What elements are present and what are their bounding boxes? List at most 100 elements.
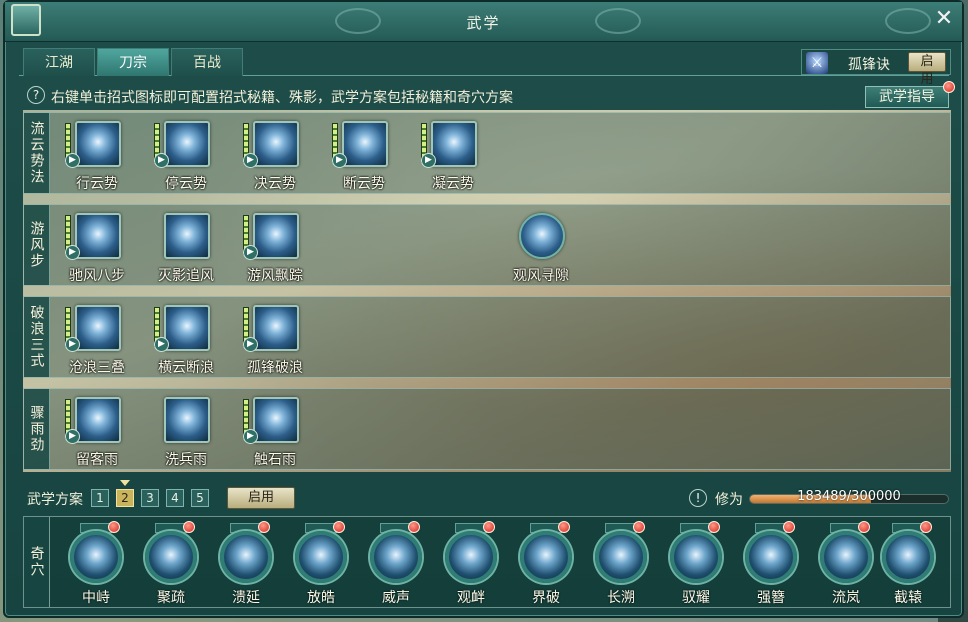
qixue-skill-icon bbox=[520, 531, 572, 583]
rain-icon bbox=[75, 397, 121, 443]
qixue-slot[interactable]: 威声 bbox=[358, 521, 434, 607]
play-icon: ▶ bbox=[243, 429, 258, 444]
qixue-name: 强簪 bbox=[757, 590, 785, 606]
play-icon: ▶ bbox=[243, 337, 258, 352]
notification-dot bbox=[333, 521, 345, 533]
skill-slot[interactable]: ▶ 游风飘踪 bbox=[240, 211, 310, 284]
cultivation-value: 183489/300000 bbox=[797, 489, 901, 504]
skill-row-zhouyu: 骤雨劲 ▶ 留客雨 洗兵雨 ▶ 触石雨 bbox=[23, 388, 951, 470]
help-icon[interactable]: ? bbox=[27, 86, 45, 104]
plan-4-button[interactable]: 4 bbox=[166, 489, 184, 507]
qixue-slot[interactable]: 中峙 bbox=[58, 521, 134, 607]
qixue-skill-icon bbox=[595, 531, 647, 583]
qixue-panel: 奇穴 中峙 聚疏 溃延 放皓 威声 观衅 界破 长溯 驭耀 强簪 流岚 截辕 bbox=[23, 516, 951, 608]
notification-dot bbox=[920, 521, 932, 533]
skill-slot[interactable]: ▶ 驰风八步 bbox=[62, 211, 132, 284]
notification-dot bbox=[783, 521, 795, 533]
plans-label: 武学方案 bbox=[27, 492, 83, 508]
strike-icon bbox=[253, 121, 299, 167]
qixue-skill-icon bbox=[220, 531, 272, 583]
qixue-name: 放皓 bbox=[307, 590, 335, 606]
tab-daozong[interactable]: 刀宗 bbox=[97, 48, 169, 76]
skill-row-polang: 破浪三式 ▶ 沧浪三叠 ▶ 横云断浪 ▶ 孤锋破浪 bbox=[23, 296, 951, 378]
dash-icon bbox=[75, 213, 121, 259]
apply-plan-button[interactable]: 启用 bbox=[227, 487, 295, 509]
hint-text: 右键单击招式图标即可配置招式秘籍、殊影，武学方案包括秘籍和奇穴方案 bbox=[51, 90, 513, 106]
qixue-slot[interactable]: 溃延 bbox=[208, 521, 284, 607]
skill-slot[interactable]: 观风寻隙 bbox=[506, 211, 576, 284]
qixue-skill-icon bbox=[745, 531, 797, 583]
cleave-icon bbox=[342, 121, 388, 167]
qixue-name: 界破 bbox=[532, 590, 560, 606]
play-icon: ▶ bbox=[65, 429, 80, 444]
qixue-slot[interactable]: 驭耀 bbox=[658, 521, 734, 607]
skill-name: 停云势 bbox=[165, 176, 207, 192]
qixue-name: 驭耀 bbox=[682, 590, 710, 606]
qixue-slot[interactable]: 聚疏 bbox=[133, 521, 209, 607]
qixue-name: 中峙 bbox=[82, 590, 110, 606]
close-button[interactable]: ✕ bbox=[932, 8, 956, 32]
enable-method-button[interactable]: 启用 bbox=[908, 52, 946, 87]
skill-name: 断云势 bbox=[343, 176, 385, 192]
tab-jianghu[interactable]: 江湖 bbox=[23, 48, 95, 76]
plan-3-button[interactable]: 3 bbox=[141, 489, 159, 507]
skill-name: 行云势 bbox=[76, 176, 118, 192]
qixue-skill-icon bbox=[670, 531, 722, 583]
skill-row-liuyun: 流云势法 ▶ 行云势 ▶ 停云势 ▶ 决云势 ▶ 断云势 ▶ 凝云势 bbox=[23, 112, 951, 194]
notification-dot bbox=[708, 521, 720, 533]
qixue-slot[interactable]: 强簪 bbox=[733, 521, 809, 607]
tab-baizhan[interactable]: 百战 bbox=[171, 48, 243, 76]
qixue-slot[interactable]: 放皓 bbox=[283, 521, 359, 607]
play-icon: ▶ bbox=[243, 245, 258, 260]
skill-name: 凝云势 bbox=[432, 176, 474, 192]
martial-guide-button[interactable]: 武学指导 bbox=[865, 86, 949, 108]
skill-slot[interactable]: 洗兵雨 bbox=[151, 395, 221, 468]
plan-1-button[interactable]: 1 bbox=[91, 489, 109, 507]
notification-dot bbox=[558, 521, 570, 533]
notification-dot bbox=[183, 521, 195, 533]
skill-slot[interactable]: 灭影追风 bbox=[151, 211, 221, 284]
skill-slot[interactable]: ▶ 留客雨 bbox=[62, 395, 132, 468]
info-icon[interactable]: ! bbox=[689, 489, 707, 507]
qixue-skill-icon bbox=[882, 531, 934, 583]
qixue-slot[interactable]: 界破 bbox=[508, 521, 584, 607]
qixue-slot[interactable]: 观衅 bbox=[433, 521, 509, 607]
plan-5-button[interactable]: 5 bbox=[191, 489, 209, 507]
skill-slot[interactable]: ▶ 断云势 bbox=[329, 119, 399, 192]
skill-name: 沧浪三叠 bbox=[69, 360, 125, 376]
person-icon: ⚔ bbox=[806, 52, 828, 74]
stance-icon bbox=[431, 121, 477, 167]
active-method-box: ⚔ 孤锋诀 启用 bbox=[801, 49, 951, 87]
qixue-skill-icon bbox=[295, 531, 347, 583]
skill-slot[interactable]: ▶ 横云断浪 bbox=[151, 303, 221, 376]
qixue-slot[interactable]: 截辕 bbox=[870, 521, 946, 607]
row-label: 流云势法 bbox=[24, 113, 50, 193]
skill-name: 留客雨 bbox=[76, 452, 118, 468]
active-method-label: 孤锋诀 bbox=[848, 57, 890, 73]
wing-icon bbox=[253, 397, 299, 443]
notification-dot bbox=[258, 521, 270, 533]
notification-dot bbox=[408, 521, 420, 533]
skill-name: 游风飘踪 bbox=[247, 268, 303, 284]
title-bar[interactable]: 武学 ✕ bbox=[5, 2, 962, 42]
play-icon: ▶ bbox=[332, 153, 347, 168]
skill-name: 横云断浪 bbox=[158, 360, 214, 376]
skill-slot[interactable]: ▶ 行云势 bbox=[62, 119, 132, 192]
skill-slot[interactable]: ▶ 触石雨 bbox=[240, 395, 310, 468]
plan-2-button[interactable]: 2 bbox=[116, 489, 134, 507]
play-icon: ▶ bbox=[154, 337, 169, 352]
play-icon: ▶ bbox=[243, 153, 258, 168]
skill-slot[interactable]: ▶ 决云势 bbox=[240, 119, 310, 192]
skill-row-youfeng: 游风步 ▶ 驰风八步 灭影追风 ▶ 游风飘踪 观风寻隙 bbox=[23, 204, 951, 286]
qixue-slot[interactable]: 长溯 bbox=[583, 521, 659, 607]
skill-slot[interactable]: ▶ 沧浪三叠 bbox=[62, 303, 132, 376]
qixue-name: 溃延 bbox=[232, 590, 260, 606]
burst-icon bbox=[164, 121, 210, 167]
qixue-skill-icon bbox=[370, 531, 422, 583]
play-icon: ▶ bbox=[65, 337, 80, 352]
cultivation-label: 修为 bbox=[715, 492, 743, 508]
skill-slot[interactable]: ▶ 停云势 bbox=[151, 119, 221, 192]
skill-slot[interactable]: ▶ 孤锋破浪 bbox=[240, 303, 310, 376]
slash-icon bbox=[164, 305, 210, 351]
skill-slot[interactable]: ▶ 凝云势 bbox=[418, 119, 488, 192]
